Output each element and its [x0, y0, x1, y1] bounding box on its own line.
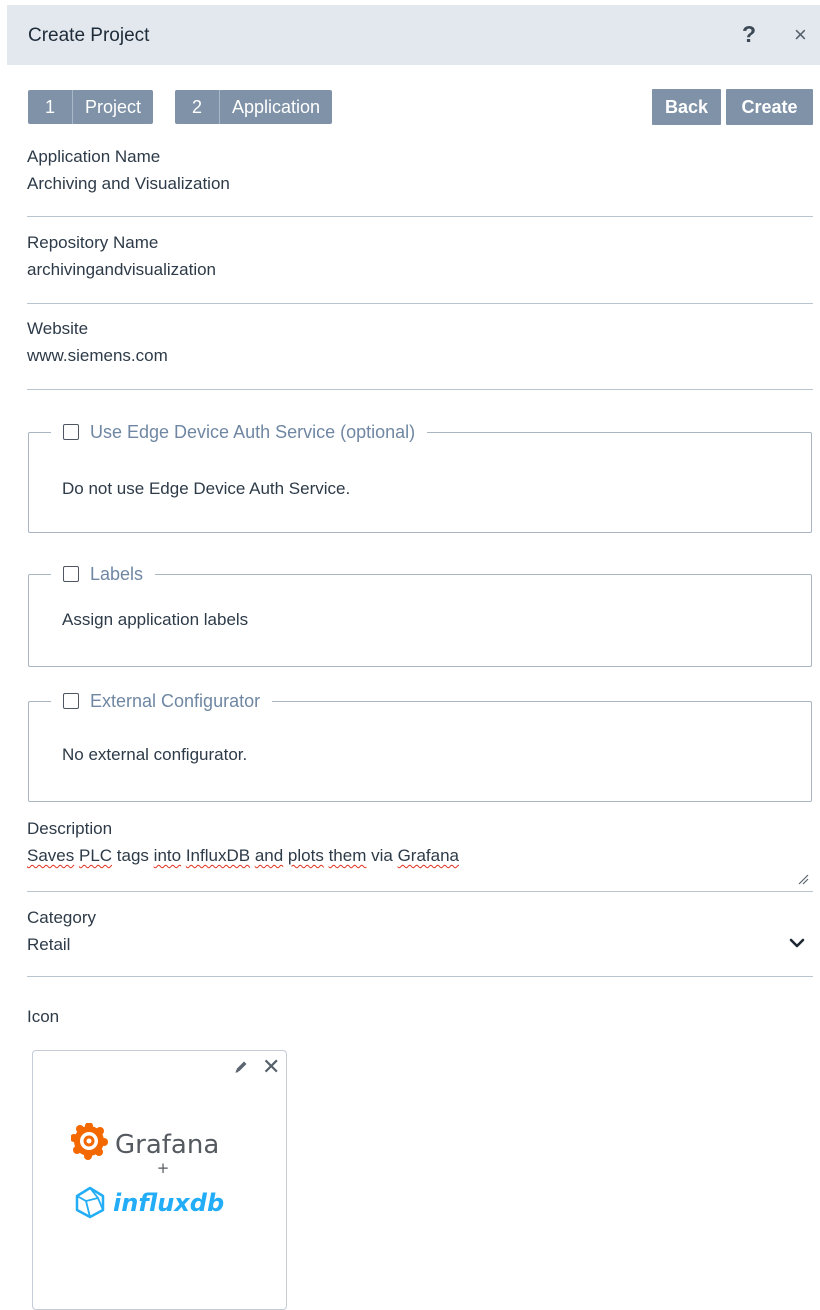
application-name-field[interactable]: Application Name Archiving and Visualiza… [27, 147, 813, 194]
website-field[interactable]: Website www.siemens.com [27, 319, 813, 366]
divider [27, 976, 813, 977]
dialog-header: Create Project ? × [7, 5, 820, 65]
description-word: Saves [27, 846, 75, 865]
description-field[interactable]: Description Saves PLC tags into InfluxDB… [27, 819, 813, 866]
field-value[interactable]: Archiving and Visualization [27, 174, 813, 194]
close-icon[interactable]: × [794, 22, 807, 48]
labels-text: Assign application labels [62, 610, 249, 629]
external-configurator-legend: External Configurator [51, 688, 273, 714]
description-word: tags [116, 846, 149, 865]
field-value[interactable]: archivingandvisualization [27, 260, 813, 280]
grafana-text: Grafana [115, 1130, 219, 1160]
icon-field: Icon [27, 1007, 813, 1027]
description-word: plots [287, 846, 324, 865]
help-icon[interactable]: ? [742, 21, 756, 48]
category-field[interactable]: Category Retail [27, 908, 813, 955]
divider [27, 303, 813, 304]
field-label: Repository Name [27, 233, 159, 252]
labels-label: Labels [90, 563, 144, 584]
divider [27, 389, 813, 390]
description-word: and [254, 846, 284, 865]
repository-name-field[interactable]: Repository Name archivingandvisualizatio… [27, 233, 813, 280]
dialog-title: Create Project [28, 25, 150, 46]
external-configurator-label: External Configurator [90, 690, 261, 711]
create-button[interactable]: Create [726, 89, 813, 125]
step-number: 1 [28, 90, 73, 124]
external-configurator-checkbox[interactable] [63, 693, 79, 709]
step-label: Project [85, 97, 142, 117]
resize-handle-icon[interactable] [797, 873, 809, 885]
description-textarea[interactable]: Saves PLC tags into InfluxDB and plots t… [27, 846, 813, 866]
category-select[interactable]: Retail [27, 935, 813, 955]
step-application[interactable]: 2 Application [175, 90, 333, 124]
auth-service-text: Do not use Edge Device Auth Service. [62, 479, 351, 498]
field-label: Icon [27, 1007, 60, 1026]
icon-logo: Grafana + influxdb [71, 1123, 224, 1219]
influxdb-logo-icon [75, 1186, 105, 1219]
step-label: Application [232, 97, 321, 117]
description-word: InfluxDB [185, 846, 251, 865]
auth-service-checkbox[interactable] [63, 424, 79, 440]
grafana-logo-icon [71, 1123, 108, 1160]
pencil-icon[interactable] [233, 1059, 249, 1075]
auth-service-legend: Use Edge Device Auth Service (optional) [51, 419, 428, 445]
labels-legend: Labels [51, 561, 156, 587]
field-label: Website [27, 319, 89, 338]
field-label: Application Name [27, 147, 161, 166]
step-number: 2 [175, 90, 220, 124]
external-configurator-text: No external configurator. [62, 745, 248, 764]
chevron-down-icon[interactable] [789, 937, 805, 949]
field-label: Description [27, 819, 113, 838]
influxdb-text: influxdb [113, 1189, 224, 1217]
divider [27, 216, 813, 217]
description-word: PLC [78, 846, 113, 865]
auth-service-group: Use Edge Device Auth Service (optional) … [28, 419, 812, 533]
field-value[interactable]: www.siemens.com [27, 346, 813, 366]
step-project[interactable]: 1 Project [28, 90, 154, 124]
divider [27, 891, 813, 892]
labels-group: Labels Assign application labels [28, 561, 812, 667]
external-configurator-group: External Configurator No external config… [28, 688, 812, 802]
description-word: Grafana [397, 846, 460, 865]
back-button[interactable]: Back [652, 89, 721, 125]
labels-checkbox[interactable] [63, 566, 79, 582]
field-label: Category [27, 908, 96, 927]
description-word: via [371, 846, 393, 865]
description-word: into [153, 846, 182, 865]
auth-service-label: Use Edge Device Auth Service (optional) [90, 421, 416, 442]
remove-icon[interactable]: ✕ [262, 1054, 280, 1080]
icon-preview-card[interactable]: ✕ Grafana + influxdb [32, 1050, 287, 1310]
description-word: them [328, 846, 367, 865]
plus-text: + [157, 1159, 170, 1177]
